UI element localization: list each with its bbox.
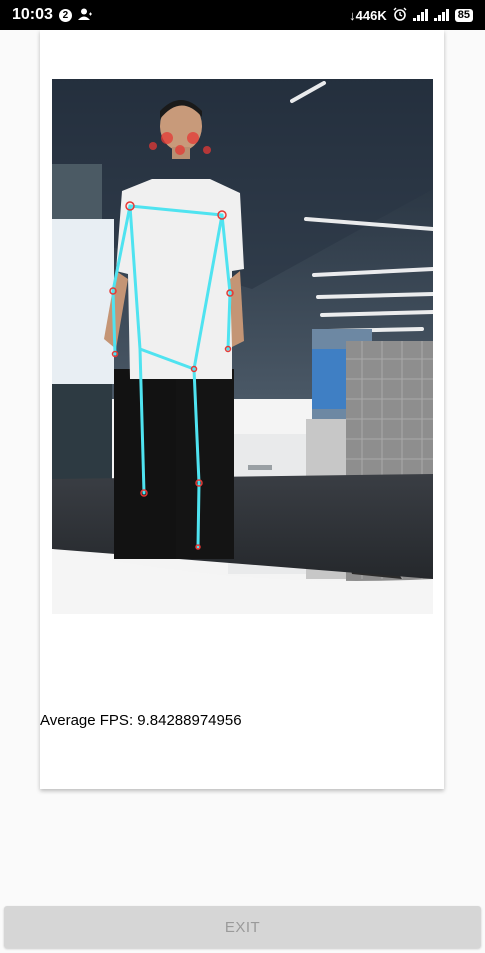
battery-icon: 85 [454, 8, 473, 22]
network-speed: ↓446K [349, 7, 387, 23]
pose-camera-image [52, 79, 433, 614]
person-icon [77, 7, 92, 24]
exit-button[interactable]: EXIT [4, 906, 481, 948]
signal-4g-icon [433, 9, 449, 21]
average-fps-label: Average FPS: 9.84288974956 [40, 712, 242, 729]
notification-badge: 2 [58, 8, 72, 22]
status-time: 10:03 [12, 6, 53, 23]
camera-preview [52, 79, 433, 614]
alarm-icon [393, 7, 407, 24]
status-bar: 10:03 2 ↓446K 85 [0, 0, 485, 30]
camera-card: Average FPS: 9.84288974956 [40, 30, 444, 789]
signal-icon [412, 9, 428, 21]
